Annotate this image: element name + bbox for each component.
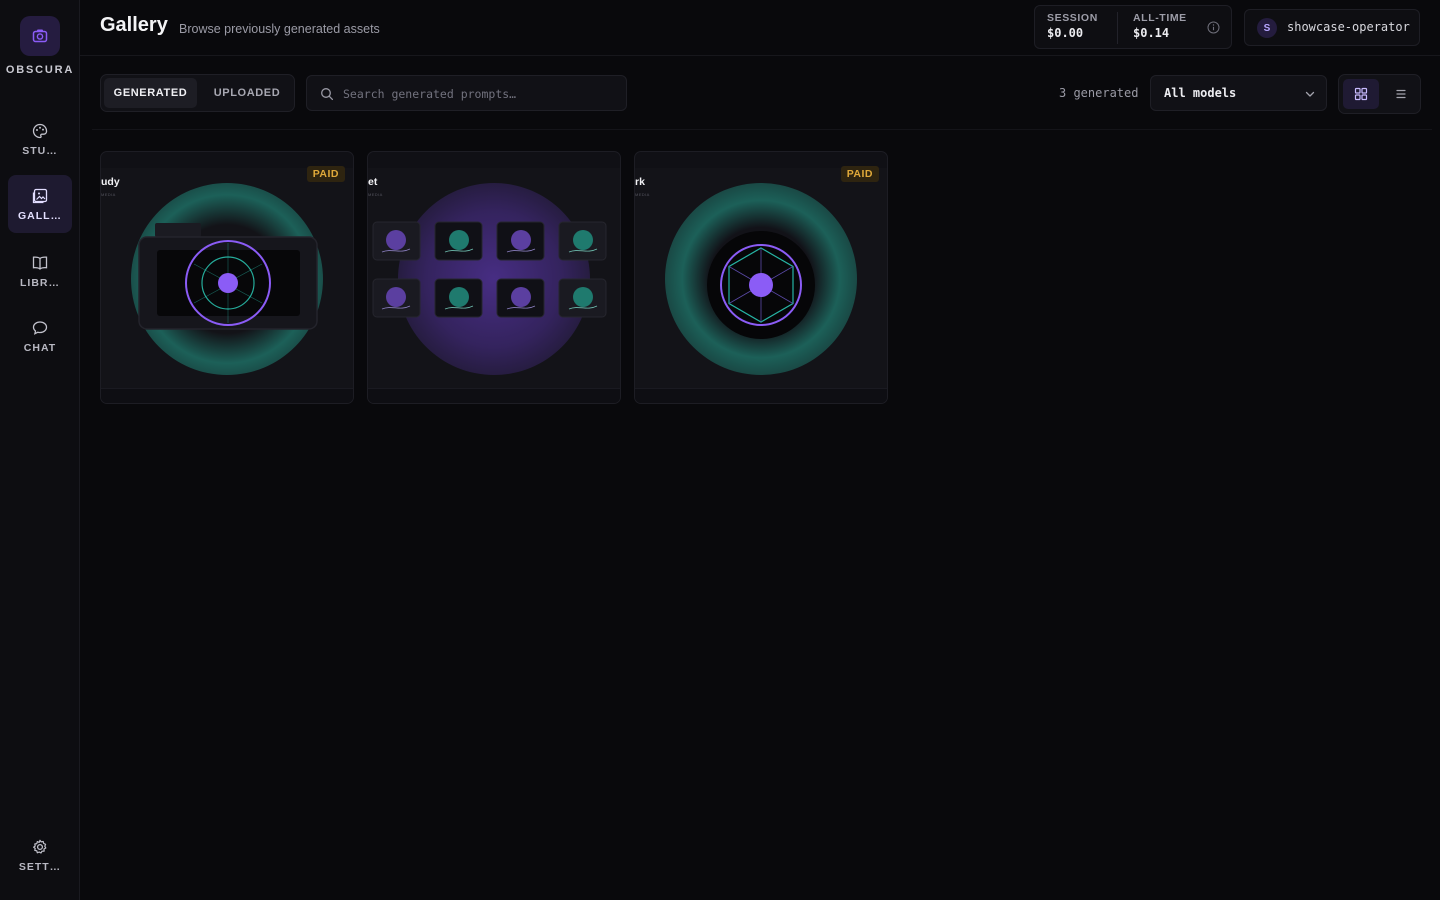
avatar: S: [1257, 18, 1277, 38]
alltime-value: $0.14: [1133, 26, 1170, 40]
card-subtitle: MEDIA: [101, 192, 116, 197]
sidebar-item-gallery[interactable]: GALL…: [8, 175, 72, 233]
card-thumbnail: [101, 168, 353, 388]
brand-name: OBSCURA: [5, 64, 75, 76]
result-count: 3 generated: [1059, 86, 1139, 100]
brand: OBSCURA: [0, 16, 80, 76]
top-header: Gallery Browse previously generated asse…: [80, 0, 1440, 56]
camera-illustration: [138, 223, 318, 330]
user-name: showcase-operator: [1287, 20, 1410, 34]
paid-badge: PAID: [306, 166, 345, 182]
gallery-icon: [32, 188, 48, 203]
gallery-card[interactable]: udy MEDIA PAID: [100, 151, 354, 404]
user-menu[interactable]: S showcase-operator: [1244, 9, 1420, 46]
alltime-label: ALL-TIME: [1133, 12, 1187, 24]
search-icon: [321, 88, 334, 101]
sidebar-item-label: GALL…: [17, 209, 63, 222]
sidebar-item-label: CHAT: [23, 341, 57, 354]
card-footer: [635, 388, 887, 403]
model-filter-select[interactable]: All models: [1150, 75, 1327, 111]
toolbar-divider: [92, 129, 1432, 130]
grid-view-button[interactable]: [1343, 79, 1379, 109]
page-subtitle: Browse previously generated assets: [179, 22, 380, 36]
card-footer: [101, 388, 353, 403]
card-thumbnail: [368, 168, 620, 388]
model-filter-value: All models: [1164, 86, 1237, 100]
view-toggle: [1338, 74, 1421, 114]
tab-uploaded[interactable]: UPLOADED: [201, 78, 293, 108]
card-footer: [368, 388, 620, 403]
card-thumbnail: [635, 168, 887, 388]
sidebar-item-label: SETT…: [18, 860, 62, 873]
list-view-button[interactable]: [1383, 79, 1419, 109]
info-icon[interactable]: [1207, 21, 1220, 34]
tab-generated[interactable]: GENERATED: [104, 78, 197, 108]
session-value: $0.00: [1047, 26, 1084, 40]
aperture-illustration: [707, 231, 815, 339]
sidebar-item-library[interactable]: LIBR…: [8, 242, 72, 300]
gallery-card[interactable]: et MEDIA: [367, 151, 621, 404]
source-tabs: GENERATED UPLOADED: [100, 74, 295, 112]
sidebar-item-chat[interactable]: CHAT: [8, 307, 72, 365]
grid-icon: [1354, 87, 1368, 101]
card-title: udy: [101, 176, 120, 188]
chat-bubble-icon: [32, 320, 48, 335]
sidebar-item-label: LIBR…: [20, 276, 60, 289]
sidebar-item-studio[interactable]: STU…: [8, 110, 72, 168]
palette-icon: [32, 123, 48, 138]
session-spend: SESSION $0.00: [1047, 12, 1098, 40]
gear-icon: [33, 839, 47, 854]
card-subtitle: MEDIA: [635, 192, 650, 197]
chevron-down-icon: [1305, 91, 1315, 97]
spend-summary: SESSION $0.00 ALL-TIME $0.14: [1034, 5, 1232, 49]
book-icon: [32, 255, 48, 270]
sidebar: OBSCURA STU… GALL… LIBR… CHAT SETT…: [0, 0, 80, 900]
list-icon: [1396, 89, 1406, 99]
sidebar-item-settings[interactable]: SETT…: [8, 826, 72, 884]
search-box: [306, 75, 627, 111]
camera-logo-icon[interactable]: [20, 16, 60, 56]
card-subtitle: MEDIA: [368, 192, 383, 197]
grid-illustration: [372, 221, 607, 318]
session-label: SESSION: [1047, 12, 1098, 24]
search-input[interactable]: [343, 84, 613, 104]
card-title: et: [368, 176, 378, 188]
alltime-spend: ALL-TIME $0.14: [1133, 12, 1187, 40]
page-title: Gallery: [100, 14, 168, 36]
sidebar-item-label: STU…: [22, 144, 58, 157]
gallery-card[interactable]: rk MEDIA PAID: [634, 151, 888, 404]
card-title: rk: [635, 176, 645, 188]
spend-divider: [1117, 12, 1118, 44]
paid-badge: PAID: [840, 166, 879, 182]
